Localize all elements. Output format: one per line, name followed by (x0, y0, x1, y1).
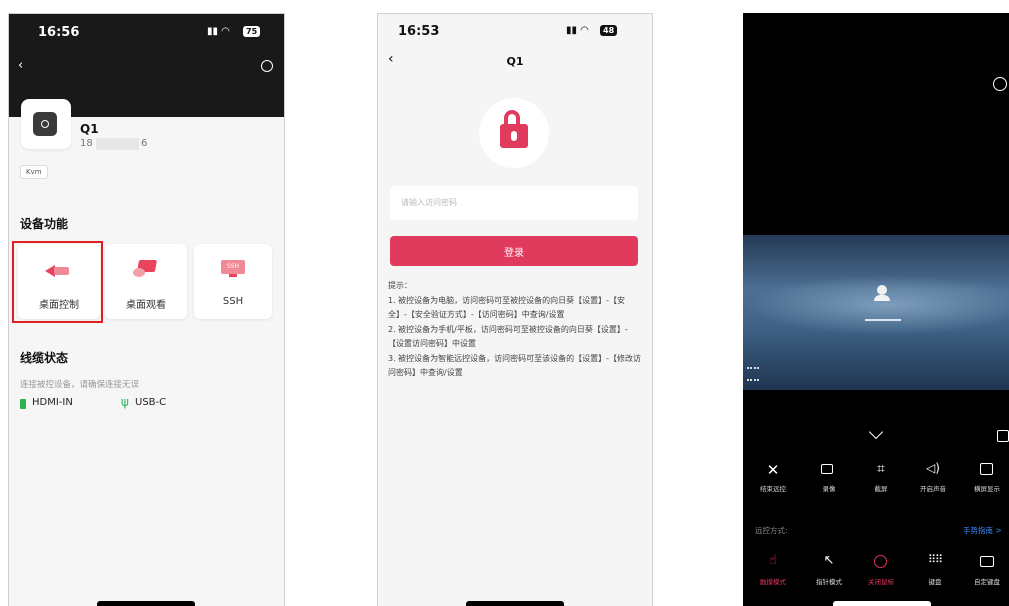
device-tag: Kvm (20, 165, 48, 179)
record-icon (821, 464, 833, 474)
mouse-off-icon (874, 555, 887, 568)
device-id-prefix: 18 (80, 138, 93, 149)
touch-mode-button[interactable]: ☝ 触摸模式 (753, 553, 793, 593)
remote-control-screen: ✕ 结束远控 录像 ⌗ 截屏 ◁) 开启声音 横屏显示 远控方式: 手势指南 >… (743, 13, 1009, 606)
login-button[interactable]: 登录 (390, 236, 638, 266)
collapse-chevron-icon[interactable] (868, 424, 884, 440)
external-icon[interactable] (997, 430, 1009, 442)
functions-title: 设备功能 (20, 217, 69, 231)
gesture-guide-link[interactable]: 手势指南 > (963, 525, 1002, 536)
tile-label: SSH (222, 296, 244, 307)
end-remote-button[interactable]: ✕ 结束远控 (753, 461, 793, 501)
usb-label: USB-C (135, 397, 167, 408)
device-id-suffix: 6 (141, 138, 148, 149)
lock-circle (479, 98, 549, 168)
status-time: 16:56 (38, 25, 80, 40)
lock-icon (500, 124, 528, 148)
device-logo-icon (33, 112, 57, 136)
crop-icon: ⌗ (877, 461, 885, 477)
signal-wifi-icon: ▮▮ ◠ (566, 25, 589, 36)
settings-gear-icon[interactable] (261, 60, 273, 72)
floating-ball-icon[interactable] (993, 77, 1007, 91)
ssh-icon: SSH (221, 260, 245, 278)
tile-ssh[interactable]: SSH SSH (194, 244, 272, 319)
device-avatar (21, 99, 71, 149)
ssh-badge: SSH (221, 260, 245, 274)
password-field (865, 319, 901, 321)
control-label: 录像 (822, 485, 836, 493)
tip-3: 3. 被控设备为智能远控设备，访问密码可至该设备的【设置】-【修改访问密码】中查… (388, 353, 642, 378)
home-indicator (97, 601, 195, 606)
screenshot-button[interactable]: ⌗ 截屏 (861, 461, 901, 501)
remote-desktop-view[interactable] (743, 235, 1009, 390)
password-input[interactable]: 请输入访问密码 (390, 186, 638, 220)
page-title: Q1 (506, 55, 524, 68)
device-detail-screen: 16:56 ▮▮ ◠ 75 ‹ Q1 18 6 Kvm 设备功能 桌面控制 桌面… (8, 13, 285, 606)
remote-mode-label: 远控方式: (755, 526, 788, 535)
tip-1: 1. 被控设备为电脑，访问密码可至被控设备的向日葵【设置】-【安全】-【安全验证… (388, 295, 626, 320)
tips-title: 提示： (388, 281, 412, 290)
status-time: 16:53 (398, 24, 440, 39)
control-label: 结束远控 (760, 485, 786, 493)
keyboard-icon: ⠿⠿ (927, 553, 943, 566)
keyboard-button[interactable]: ⠿⠿ 键盘 (915, 553, 955, 593)
control-label: 开启声音 (920, 485, 946, 493)
mode-label: 指针模式 (816, 578, 842, 586)
sound-icon: ◁) (926, 461, 940, 475)
taskbar-icons (747, 367, 759, 381)
hdmi-icon (20, 399, 26, 409)
control-label: 截屏 (874, 485, 888, 493)
pointer-mode-button[interactable]: ↖ 指针模式 (809, 553, 849, 593)
tile-desktop-view[interactable]: 桌面观看 (105, 244, 187, 319)
user-avatar-icon (877, 285, 887, 295)
tip-2: 2. 被控设备为手机/平板，访问密码可至被控设备的向日葵【设置】-【设置访问密码… (388, 324, 628, 349)
control-label: 横屏显示 (974, 485, 1000, 493)
usb-icon: ψ (121, 395, 129, 409)
landscape-button[interactable]: 横屏显示 (967, 461, 1007, 501)
device-name: Q1 (80, 122, 99, 136)
password-placeholder: 请输入访问密码 (401, 198, 457, 207)
highlight-box (12, 241, 103, 323)
home-indicator (466, 601, 564, 606)
back-chevron-icon[interactable]: ‹ (18, 58, 23, 73)
mode-label: 键盘 (928, 578, 942, 586)
signal-wifi-icon: ▮▮ ◠ (207, 26, 230, 37)
mode-label: 触摸模式 (760, 578, 786, 586)
desktop-view-icon (133, 260, 159, 278)
password-screen: 16:53 ▮▮ ◠ 48 ‹ Q1 请输入访问密码 登录 提示： 1. 被控设… (377, 13, 653, 606)
mode-label: 自定键盘 (974, 578, 1000, 586)
login-label: 登录 (504, 248, 524, 259)
cable-hint: 连接被控设备，请确保连接无误 (20, 380, 140, 390)
touch-icon: ☝ (769, 553, 777, 568)
tile-label: 桌面观看 (126, 300, 166, 311)
mouse-off-button[interactable]: 关闭鼠标 (861, 553, 901, 593)
sound-button[interactable]: ◁) 开启声音 (913, 461, 953, 501)
battery-icon: 75 (243, 26, 261, 37)
landscape-icon (980, 463, 993, 475)
record-button[interactable]: 录像 (809, 461, 849, 501)
mode-label: 关闭鼠标 (868, 578, 894, 586)
device-id-redaction (96, 138, 139, 150)
battery-icon: 48 (600, 25, 618, 36)
cable-status-title: 线缆状态 (20, 351, 69, 365)
close-icon: ✕ (766, 461, 780, 479)
tips-block: 提示： 1. 被控设备为电脑，访问密码可至被控设备的向日葵【设置】-【安全】-【… (388, 279, 642, 381)
pointer-icon: ↖ (823, 553, 835, 568)
custom-keyboard-icon (980, 556, 994, 567)
home-indicator (833, 601, 931, 606)
custom-keyboard-button[interactable]: 自定键盘 (967, 553, 1007, 593)
hdmi-label: HDMI-IN (32, 397, 73, 408)
